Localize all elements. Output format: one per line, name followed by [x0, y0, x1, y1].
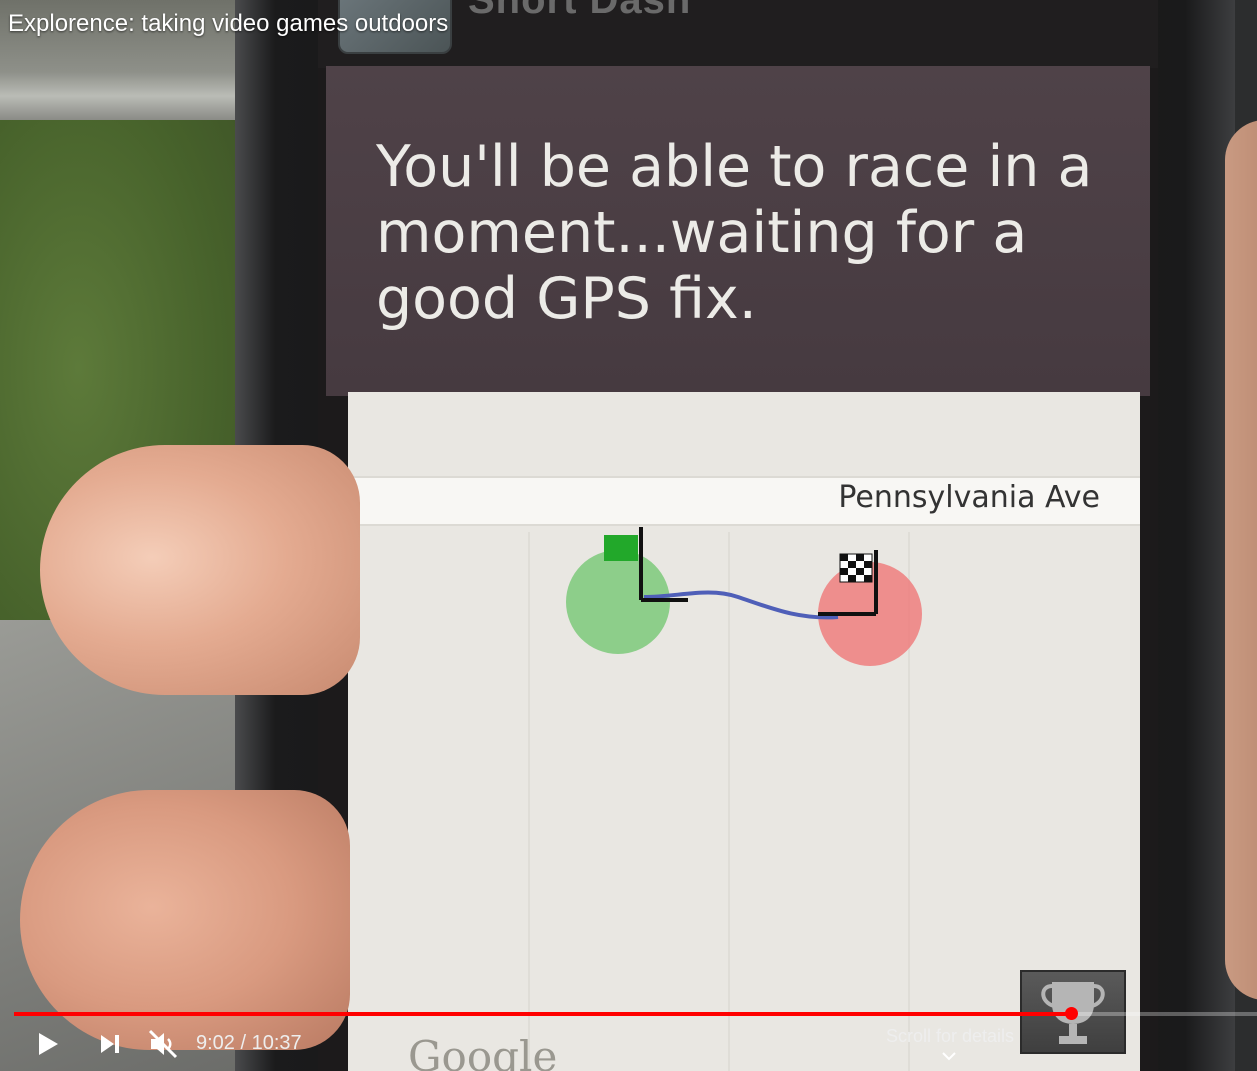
play-button[interactable] [28, 1024, 68, 1064]
chevron-down-icon[interactable] [940, 1050, 958, 1062]
video-frame[interactable]: Short Dash You'll be able to race in a m… [0, 0, 1257, 1071]
thumb [40, 445, 360, 695]
player-controls: 9:02 / 10:37 Scroll for details [0, 1018, 1257, 1071]
progress-bar[interactable] [14, 1007, 1257, 1020]
time-total: 10:37 [251, 1032, 302, 1054]
phone-screen: Short Dash You'll be able to race in a m… [318, 0, 1158, 1071]
time-display: 9:02 / 10:37 [196, 1032, 302, 1055]
mute-button[interactable] [143, 1024, 183, 1064]
next-button[interactable] [90, 1024, 130, 1064]
volume-muted-icon [148, 1029, 178, 1059]
scroll-for-details[interactable]: Scroll for details [870, 1026, 1030, 1047]
time-current: 9:02 [196, 1032, 235, 1054]
next-icon [101, 1035, 119, 1053]
finger [1225, 120, 1257, 1000]
route-line [643, 590, 839, 620]
dialog-message: You'll be able to race in a moment...wai… [376, 134, 1093, 332]
video-title[interactable]: Explorence: taking video games outdoors [8, 10, 448, 38]
app-title: Short Dash [468, 0, 692, 22]
play-icon [39, 1033, 58, 1055]
map-view: Pennsylvania Ave Google [348, 392, 1140, 1071]
time-separator: / [240, 1032, 247, 1054]
gps-dialog: You'll be able to race in a moment...wai… [326, 66, 1150, 396]
finger [20, 790, 350, 1050]
progress-played [14, 1012, 1071, 1016]
